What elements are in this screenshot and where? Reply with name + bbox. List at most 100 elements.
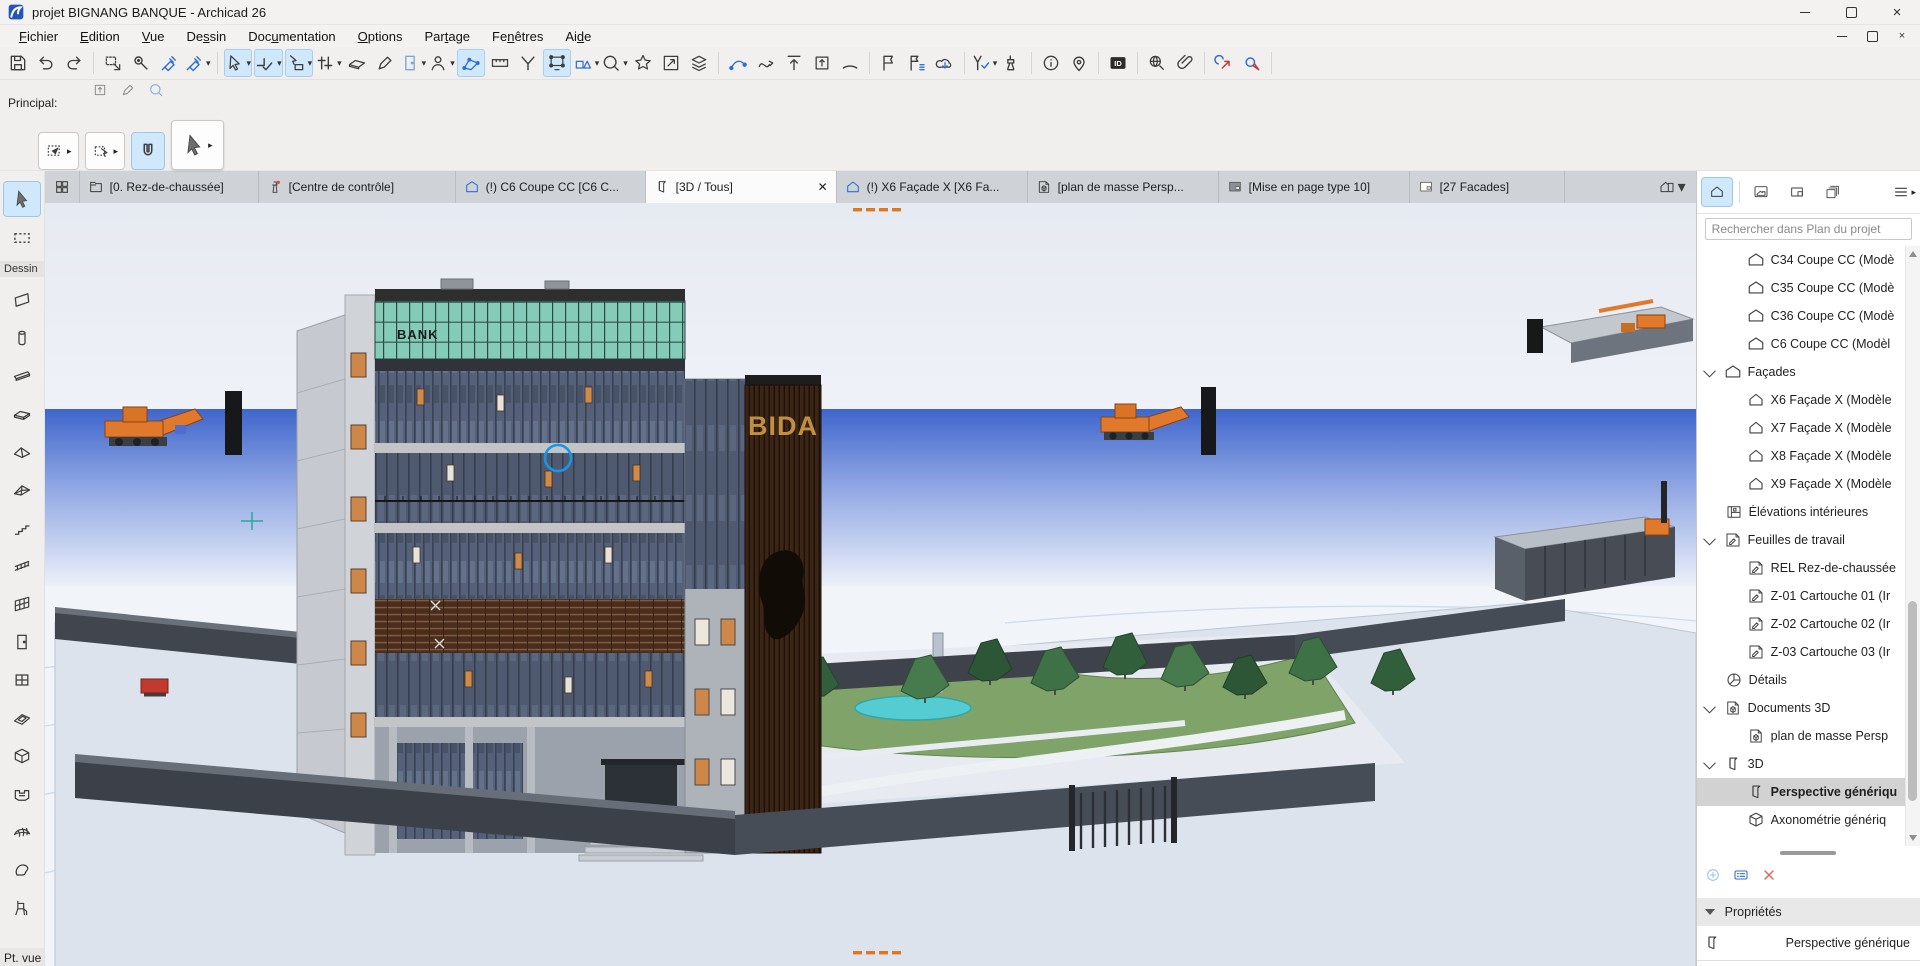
doc-close-button[interactable]: × (1894, 28, 1910, 44)
tab-mise-en-page[interactable]: [Mise en page type 10] (1219, 171, 1410, 203)
person-button[interactable]: ▾ (428, 50, 455, 76)
toolbox-slab-tool[interactable] (4, 397, 40, 431)
toolbox-skylight-tool[interactable] (4, 701, 40, 735)
toolbox-wall-tool[interactable] (4, 283, 40, 317)
tree-item-x6[interactable]: X6 Façade X (Modèle (1697, 386, 1920, 414)
fit-frame-button[interactable] (809, 50, 835, 76)
measure-button[interactable] (487, 50, 513, 76)
marquee-select-button[interactable]: ▸ (85, 132, 126, 170)
tree-item-plan-de-masse[interactable]: plan de masse Persp (1697, 722, 1920, 750)
cursor-snap-toggle[interactable]: ▾ (285, 49, 314, 77)
menu-vue[interactable]: Vue (131, 27, 176, 46)
tab-close-icon[interactable]: ✕ (812, 180, 828, 194)
tree-item-c35[interactable]: C35 Coupe CC (Modè (1697, 274, 1920, 302)
toolbox-marquee-tool[interactable] (4, 221, 40, 255)
tree-item-c36[interactable]: C36 Coupe CC (Modè (1697, 302, 1920, 330)
tree-folder-feuilles-de-travail[interactable]: Feuilles de travail (1697, 526, 1920, 554)
flag-list-button[interactable] (904, 50, 930, 76)
view-settings-dropdown[interactable]: ▾ (1649, 171, 1696, 203)
snap-guides-toggle[interactable]: ▾ (254, 49, 283, 77)
toolbox-column-tool[interactable] (4, 321, 40, 355)
scroll-thumb[interactable] (1908, 601, 1917, 801)
tab-centre-de-controle[interactable]: [Centre de contrôle] (259, 171, 456, 203)
add-viewpoint-button[interactable] (1705, 867, 1721, 883)
navigator-menu-button[interactable]: ▸ (1893, 184, 1916, 200)
tree-item-rel[interactable]: REL Rez-de-chaussée (1697, 554, 1920, 582)
tree-item-c34[interactable]: C34 Coupe CC (Modè (1697, 246, 1920, 274)
tab-c6-coupe[interactable]: (!) C6 Coupe CC [C6 C... (456, 171, 646, 203)
menu-options[interactable]: Options (347, 27, 414, 46)
maximize-button[interactable] (1828, 0, 1874, 24)
tab-27-facades[interactable]: [27 Facades] (1410, 171, 1565, 203)
favorites-button[interactable] (630, 50, 656, 76)
properties-section-header[interactable]: Propriétés (1697, 898, 1920, 926)
minimize-button[interactable] (1782, 0, 1828, 24)
chevron-expanded-icon[interactable] (1703, 532, 1716, 545)
doc-restore-button[interactable] (1864, 28, 1880, 44)
modify-shapes-button[interactable]: ▾ (573, 50, 600, 76)
toolbox-morph-tool[interactable] (4, 853, 40, 887)
tab-plan-de-masse[interactable]: [plan de masse Persp... (1028, 171, 1219, 203)
toolbox-mesh-tool[interactable] (4, 473, 40, 507)
tree-item-perspective-generique[interactable]: Perspective génériqu (1697, 778, 1920, 806)
toolbox-door-tool[interactable] (4, 625, 40, 659)
toolbox-arrow-tool[interactable] (3, 181, 41, 217)
tab-overview-button[interactable] (45, 171, 80, 203)
inject-parameters-button[interactable] (156, 50, 182, 76)
toolbox-zone-tool[interactable] (4, 777, 40, 811)
redo-button[interactable] (61, 50, 87, 76)
edit-nodes-button[interactable] (543, 49, 571, 77)
arrow-tool-toggle[interactable]: ▾ (224, 49, 253, 77)
menu-dessin[interactable]: Dessin (175, 27, 237, 46)
slab-display-button[interactable] (344, 50, 370, 76)
toolbox-opening-tool[interactable] (4, 739, 40, 773)
toolbox-railing-tool[interactable] (4, 549, 40, 583)
door-tool-button[interactable]: ▾ (400, 50, 427, 76)
navigator-layout-book-tab[interactable] (1782, 178, 1812, 206)
navigator-project-map-tab[interactable] (1701, 177, 1733, 207)
tree-item-details[interactable]: Détails (1697, 666, 1920, 694)
navigator-viewmap-tab[interactable] (1746, 178, 1776, 206)
toolbox-object-tool[interactable] (4, 891, 40, 925)
chevron-expanded-icon[interactable] (1703, 700, 1716, 713)
viewport-3d[interactable]: BANK (45, 203, 1696, 966)
tree-item-c6[interactable]: C6 Coupe CC (Modèl (1697, 330, 1920, 358)
pick-up-parameters-button[interactable] (128, 50, 154, 76)
snap-magnet-toggle[interactable] (131, 132, 165, 170)
menu-documentation[interactable]: Documentation (237, 27, 346, 46)
pen-button[interactable] (372, 50, 398, 76)
location-pin-button[interactable] (1066, 50, 1092, 76)
tree-folder-documents-3d[interactable]: Documents 3D (1697, 694, 1920, 722)
arc-button[interactable] (837, 50, 863, 76)
node-line-button[interactable] (725, 50, 751, 76)
cloud-download-button[interactable] (932, 50, 958, 76)
tree-item-x8[interactable]: X8 Façade X (Modèle (1697, 442, 1920, 470)
polygon-edit-button[interactable] (457, 49, 485, 77)
save-button[interactable] (5, 50, 31, 76)
toolbox-stair-tool[interactable] (4, 511, 40, 545)
attachment-button[interactable] (1172, 50, 1198, 76)
fit-in-window-button[interactable] (658, 50, 684, 76)
menu-edition[interactable]: Edition (69, 27, 131, 46)
teamwork-send-button[interactable] (1211, 50, 1237, 76)
tab-rez-de-chaussee[interactable]: [0. Rez-de-chaussée] (80, 171, 259, 203)
chevron-expanded-icon[interactable] (1703, 756, 1716, 769)
trim-button[interactable] (515, 50, 541, 76)
undo-button[interactable] (33, 50, 59, 76)
tree-item-z02[interactable]: Z-02 Cartouche 02 (Ir (1697, 610, 1920, 638)
globe-search-button[interactable] (1144, 50, 1170, 76)
id-manager-button[interactable] (1105, 50, 1131, 76)
tree-item-x9[interactable]: X9 Façade X (Modèle (1697, 470, 1920, 498)
menu-aide[interactable]: Aide (554, 27, 602, 46)
search-input[interactable] (1705, 218, 1912, 240)
menu-fenetres[interactable]: Fenêtres (481, 27, 554, 46)
tree-folder-facades[interactable]: Façades (1697, 358, 1920, 386)
toolbox-curtain-wall-tool[interactable] (4, 587, 40, 621)
toolbox-shell-tool[interactable] (4, 815, 40, 849)
teamwork-receive-button[interactable] (1239, 50, 1265, 76)
doc-minimize-button[interactable] (1834, 28, 1850, 44)
snap-grid-button[interactable]: ▾ (315, 50, 342, 76)
circle-tool-button[interactable]: ▾ (601, 50, 628, 76)
check-model-button[interactable]: ▾ (971, 50, 998, 76)
tree-item-z01[interactable]: Z-01 Cartouche 01 (Ir (1697, 582, 1920, 610)
